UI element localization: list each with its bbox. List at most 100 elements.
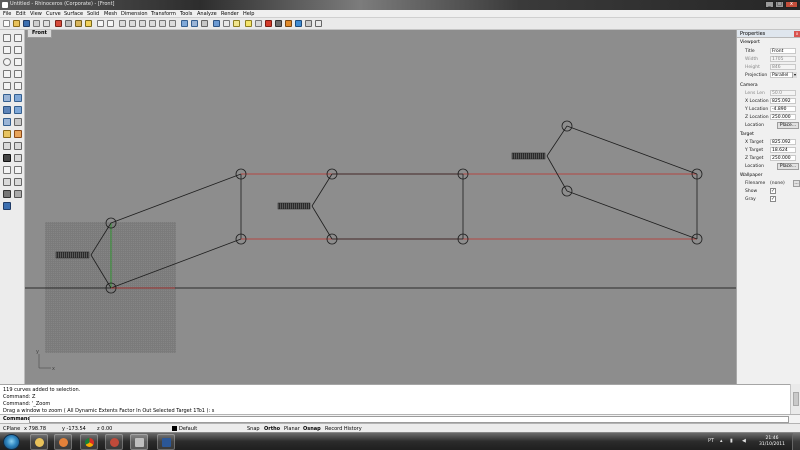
menu-tools[interactable]: Tools [180, 11, 192, 17]
menu-view[interactable]: View [30, 11, 42, 17]
paste-icon[interactable] [75, 20, 82, 27]
render-preview-icon[interactable] [295, 20, 302, 27]
chevron-down-icon[interactable]: ▾ [792, 72, 797, 78]
hatched-block[interactable] [511, 152, 546, 160]
split-tool-icon[interactable] [3, 142, 11, 150]
help-icon[interactable] [315, 20, 322, 27]
copy-icon[interactable] [65, 20, 72, 27]
render-tool-icon[interactable] [3, 202, 11, 210]
menu-file[interactable]: File [3, 11, 11, 17]
hatched-block[interactable] [55, 251, 90, 259]
zoom-dynamic-icon[interactable] [139, 20, 146, 27]
fillet-tool-icon[interactable] [14, 82, 22, 90]
filename-browse-button[interactable]: ... [793, 180, 800, 187]
import-icon[interactable] [43, 20, 50, 27]
trim-tool-icon[interactable] [14, 130, 22, 138]
menu-analyze[interactable]: Analyze [197, 11, 217, 17]
xt-field[interactable]: 825.092 [770, 139, 796, 145]
front-viewport[interactable]: y x Front [25, 30, 736, 384]
ellipse-tool-icon[interactable] [3, 82, 11, 90]
extrude-tool-icon[interactable] [14, 94, 22, 102]
window-select-icon[interactable] [107, 20, 114, 27]
title-field[interactable]: Front [770, 48, 796, 54]
history-scrollbar[interactable] [790, 384, 800, 414]
select-arrow-icon[interactable] [97, 20, 104, 27]
render-icon[interactable] [285, 20, 292, 27]
taskbar-app[interactable] [105, 434, 123, 450]
undo-icon[interactable] [85, 20, 92, 27]
curve-segment[interactable] [110, 173, 242, 224]
start-button[interactable] [3, 434, 20, 450]
explode-tool-icon[interactable] [3, 154, 11, 162]
target-place-button[interactable]: Place... [777, 163, 799, 170]
zoom-selected-icon[interactable] [169, 20, 176, 27]
material-icon[interactable] [265, 20, 272, 27]
sphere-tool-icon[interactable] [14, 106, 22, 114]
yt-field[interactable]: 18.624 [770, 147, 796, 153]
select-tool-icon[interactable] [3, 34, 11, 42]
zt-field[interactable]: 250.000 [770, 155, 796, 161]
menu-solid[interactable]: Solid [87, 11, 99, 17]
menu-transform[interactable]: Transform [151, 11, 176, 17]
network-icon[interactable]: ▮ [730, 438, 733, 444]
cut-icon[interactable] [55, 20, 62, 27]
command-input[interactable] [29, 416, 789, 423]
scrollbar-thumb[interactable] [793, 392, 799, 406]
menu-surface[interactable]: Surface [64, 11, 83, 17]
menu-render[interactable]: Render [221, 11, 239, 17]
show-checkbox[interactable]: ✓ [770, 188, 776, 194]
menu-curve[interactable]: Curve [46, 11, 61, 17]
curve-segment[interactable] [566, 125, 698, 175]
surface-tool-icon[interactable] [3, 94, 11, 102]
minimize-button[interactable]: _ [765, 1, 774, 8]
zloc-field[interactable]: 250.000 [770, 114, 796, 120]
print-icon[interactable] [33, 20, 40, 27]
box-tool-icon[interactable] [3, 106, 11, 114]
group-tool-icon[interactable] [14, 154, 22, 162]
zoom-extents-icon[interactable] [159, 20, 166, 27]
mirror-tool-icon[interactable] [3, 178, 11, 186]
save-icon[interactable] [23, 20, 30, 27]
pan-icon[interactable] [119, 20, 126, 27]
dimension-tool-icon[interactable] [3, 190, 11, 198]
viewport-tab-front[interactable]: Front [27, 30, 52, 38]
tray-arrow-icon[interactable]: ▴ [720, 438, 723, 444]
show-desktop-button[interactable] [792, 433, 800, 450]
mesh-tool-icon[interactable] [3, 118, 11, 126]
taskbar-explorer[interactable] [30, 434, 48, 450]
taskbar-chrome[interactable] [80, 434, 98, 450]
gray-checkbox[interactable]: ✓ [770, 196, 776, 202]
curve-segment[interactable] [566, 190, 698, 240]
layer-color-swatch[interactable] [172, 426, 177, 431]
close-button[interactable]: x [785, 1, 798, 8]
arc-tool-icon[interactable] [14, 58, 22, 66]
yloc-field[interactable]: -4.890 [770, 106, 796, 112]
viewport-layout-icon[interactable] [181, 20, 188, 27]
menu-help[interactable]: Help [243, 11, 254, 17]
hatched-block[interactable] [277, 202, 311, 210]
rotate-tool-icon[interactable] [3, 166, 11, 174]
polygon-tool-icon[interactable] [14, 70, 22, 78]
join-tool-icon[interactable] [14, 142, 22, 150]
rotate-view-icon[interactable] [129, 20, 136, 27]
hide-icon[interactable] [223, 20, 230, 27]
curve-tool-icon[interactable] [14, 46, 22, 54]
branch-line[interactable] [311, 173, 333, 207]
branch-line[interactable] [546, 155, 568, 192]
grid-icon[interactable] [213, 20, 220, 27]
zoom-window-icon[interactable] [149, 20, 156, 27]
move-tool-icon[interactable] [3, 130, 11, 138]
taskbar-media[interactable] [54, 434, 72, 450]
branch-line[interactable] [546, 125, 568, 157]
xloc-field[interactable]: 825.092 [770, 98, 796, 104]
open-folder-icon[interactable] [13, 20, 20, 27]
polyline-tool-icon[interactable] [3, 46, 11, 54]
cplane-icon[interactable] [201, 20, 208, 27]
properties-icon[interactable] [255, 20, 262, 27]
options-icon[interactable] [305, 20, 312, 27]
text-tool-icon[interactable] [14, 190, 22, 198]
point-tool-icon[interactable] [14, 34, 22, 42]
rectangle-tool-icon[interactable] [3, 70, 11, 78]
language-indicator[interactable]: PT [708, 438, 714, 444]
menu-mesh[interactable]: Mesh [104, 11, 117, 17]
